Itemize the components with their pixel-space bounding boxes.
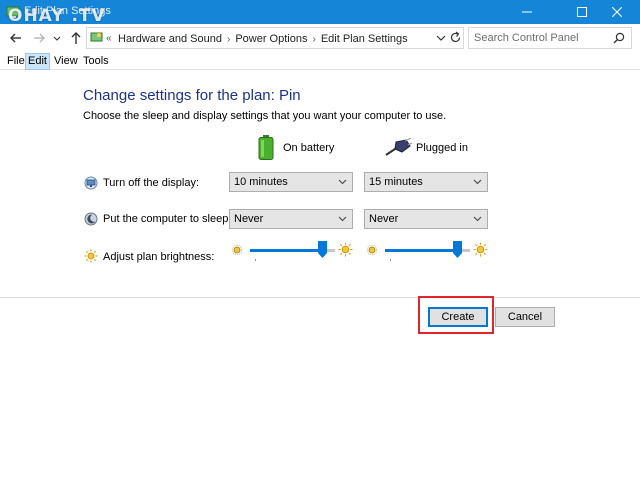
minimize-button[interactable]: [504, 0, 550, 24]
breadcrumb-separator: ›: [312, 34, 316, 45]
chevron-down-icon: [473, 216, 482, 222]
display-plugged-select[interactable]: 15 minutes: [364, 172, 488, 192]
chevron-down-icon: [473, 179, 482, 185]
chevron-down-icon: [338, 216, 347, 222]
plugged-in-label: Plugged in: [416, 142, 468, 154]
slider-fill: [385, 249, 457, 252]
slider-tick: [255, 259, 256, 261]
slider-thumb[interactable]: [318, 241, 327, 258]
up-arrow-icon[interactable]: [68, 30, 84, 46]
maximize-icon: [577, 7, 587, 17]
slider-fill: [250, 249, 322, 252]
breadcrumb-overflow[interactable]: «: [106, 33, 112, 44]
menu-tools[interactable]: Tools: [81, 54, 111, 69]
monitor-icon: [84, 176, 98, 190]
brightness-plugged-slider[interactable]: [385, 240, 470, 262]
highlight-annotation: [418, 296, 494, 334]
close-icon: [612, 7, 622, 17]
breadcrumb-separator: ›: [226, 34, 231, 45]
menu-edit[interactable]: Edit: [25, 53, 50, 70]
control-panel-icon: [90, 32, 103, 42]
sleep-label: Put the computer to sleep:: [103, 213, 232, 225]
breadcrumb: Hardware and Sound › Power Options › Edit Pl…: [118, 33, 408, 45]
address-dropdown-icon[interactable]: [436, 33, 446, 43]
on-battery-label: On battery: [283, 142, 335, 154]
breadcrumb-hardware-and-sound[interactable]: Hardware and Sound: [118, 33, 222, 45]
breadcrumb-edit-plan-settings[interactable]: Edit Plan Settings: [321, 33, 408, 45]
forward-arrow-icon[interactable]: [31, 30, 47, 46]
brightness-label: Adjust plan brightness:: [103, 251, 215, 263]
menu-view[interactable]: View: [52, 54, 80, 69]
sun-bright-icon: [473, 242, 488, 257]
title-bar: Edit Plan Settings OHAY .TV: [0, 0, 640, 26]
sleep-battery-select[interactable]: Never: [229, 209, 353, 229]
close-button[interactable]: [594, 0, 640, 24]
moon-icon: [84, 212, 98, 226]
page-description: Choose the sleep and display settings th…: [83, 110, 447, 122]
back-arrow-icon[interactable]: [8, 30, 24, 46]
search-input[interactable]: Search Control Panel: [468, 27, 632, 49]
minimize-icon: [522, 11, 532, 13]
recent-chevron-icon[interactable]: [52, 30, 62, 46]
slider-tick: [390, 259, 391, 261]
column-on-battery: On battery: [257, 135, 357, 161]
display-plugged-value: 15 minutes: [369, 176, 423, 188]
column-plugged-in: Plugged in: [384, 135, 484, 161]
divider: [0, 297, 640, 298]
menu-file[interactable]: File: [5, 54, 27, 69]
sun-bright-icon: [338, 242, 353, 257]
chevron-down-icon: [338, 179, 347, 185]
display-battery-value: 10 minutes: [234, 176, 288, 188]
sleep-plugged-select[interactable]: Never: [364, 209, 488, 229]
sleep-plugged-value: Never: [369, 213, 399, 225]
battery-icon: [258, 135, 274, 160]
search-icon[interactable]: [613, 32, 625, 44]
watermark-logo: OHAY .TV: [8, 6, 106, 26]
display-battery-select[interactable]: 10 minutes: [229, 172, 353, 192]
menu-bar: File Edit View Tools: [0, 52, 640, 70]
cancel-button[interactable]: Cancel: [495, 307, 555, 327]
sun-dim-icon: [366, 244, 378, 256]
sun-dim-icon: [231, 244, 243, 256]
slider-thumb[interactable]: [453, 241, 462, 258]
search-placeholder: Search Control Panel: [474, 32, 579, 44]
sleep-battery-value: Never: [234, 213, 264, 225]
turn-off-display-label: Turn off the display:: [103, 177, 199, 189]
refresh-icon[interactable]: [449, 31, 462, 44]
brightness-battery-slider[interactable]: [250, 240, 335, 262]
breadcrumb-power-options[interactable]: Power Options: [235, 33, 307, 45]
power-plug-icon: [385, 138, 412, 156]
page-title: Change settings for the plan: Pin: [83, 87, 301, 104]
sun-icon: [84, 249, 98, 263]
